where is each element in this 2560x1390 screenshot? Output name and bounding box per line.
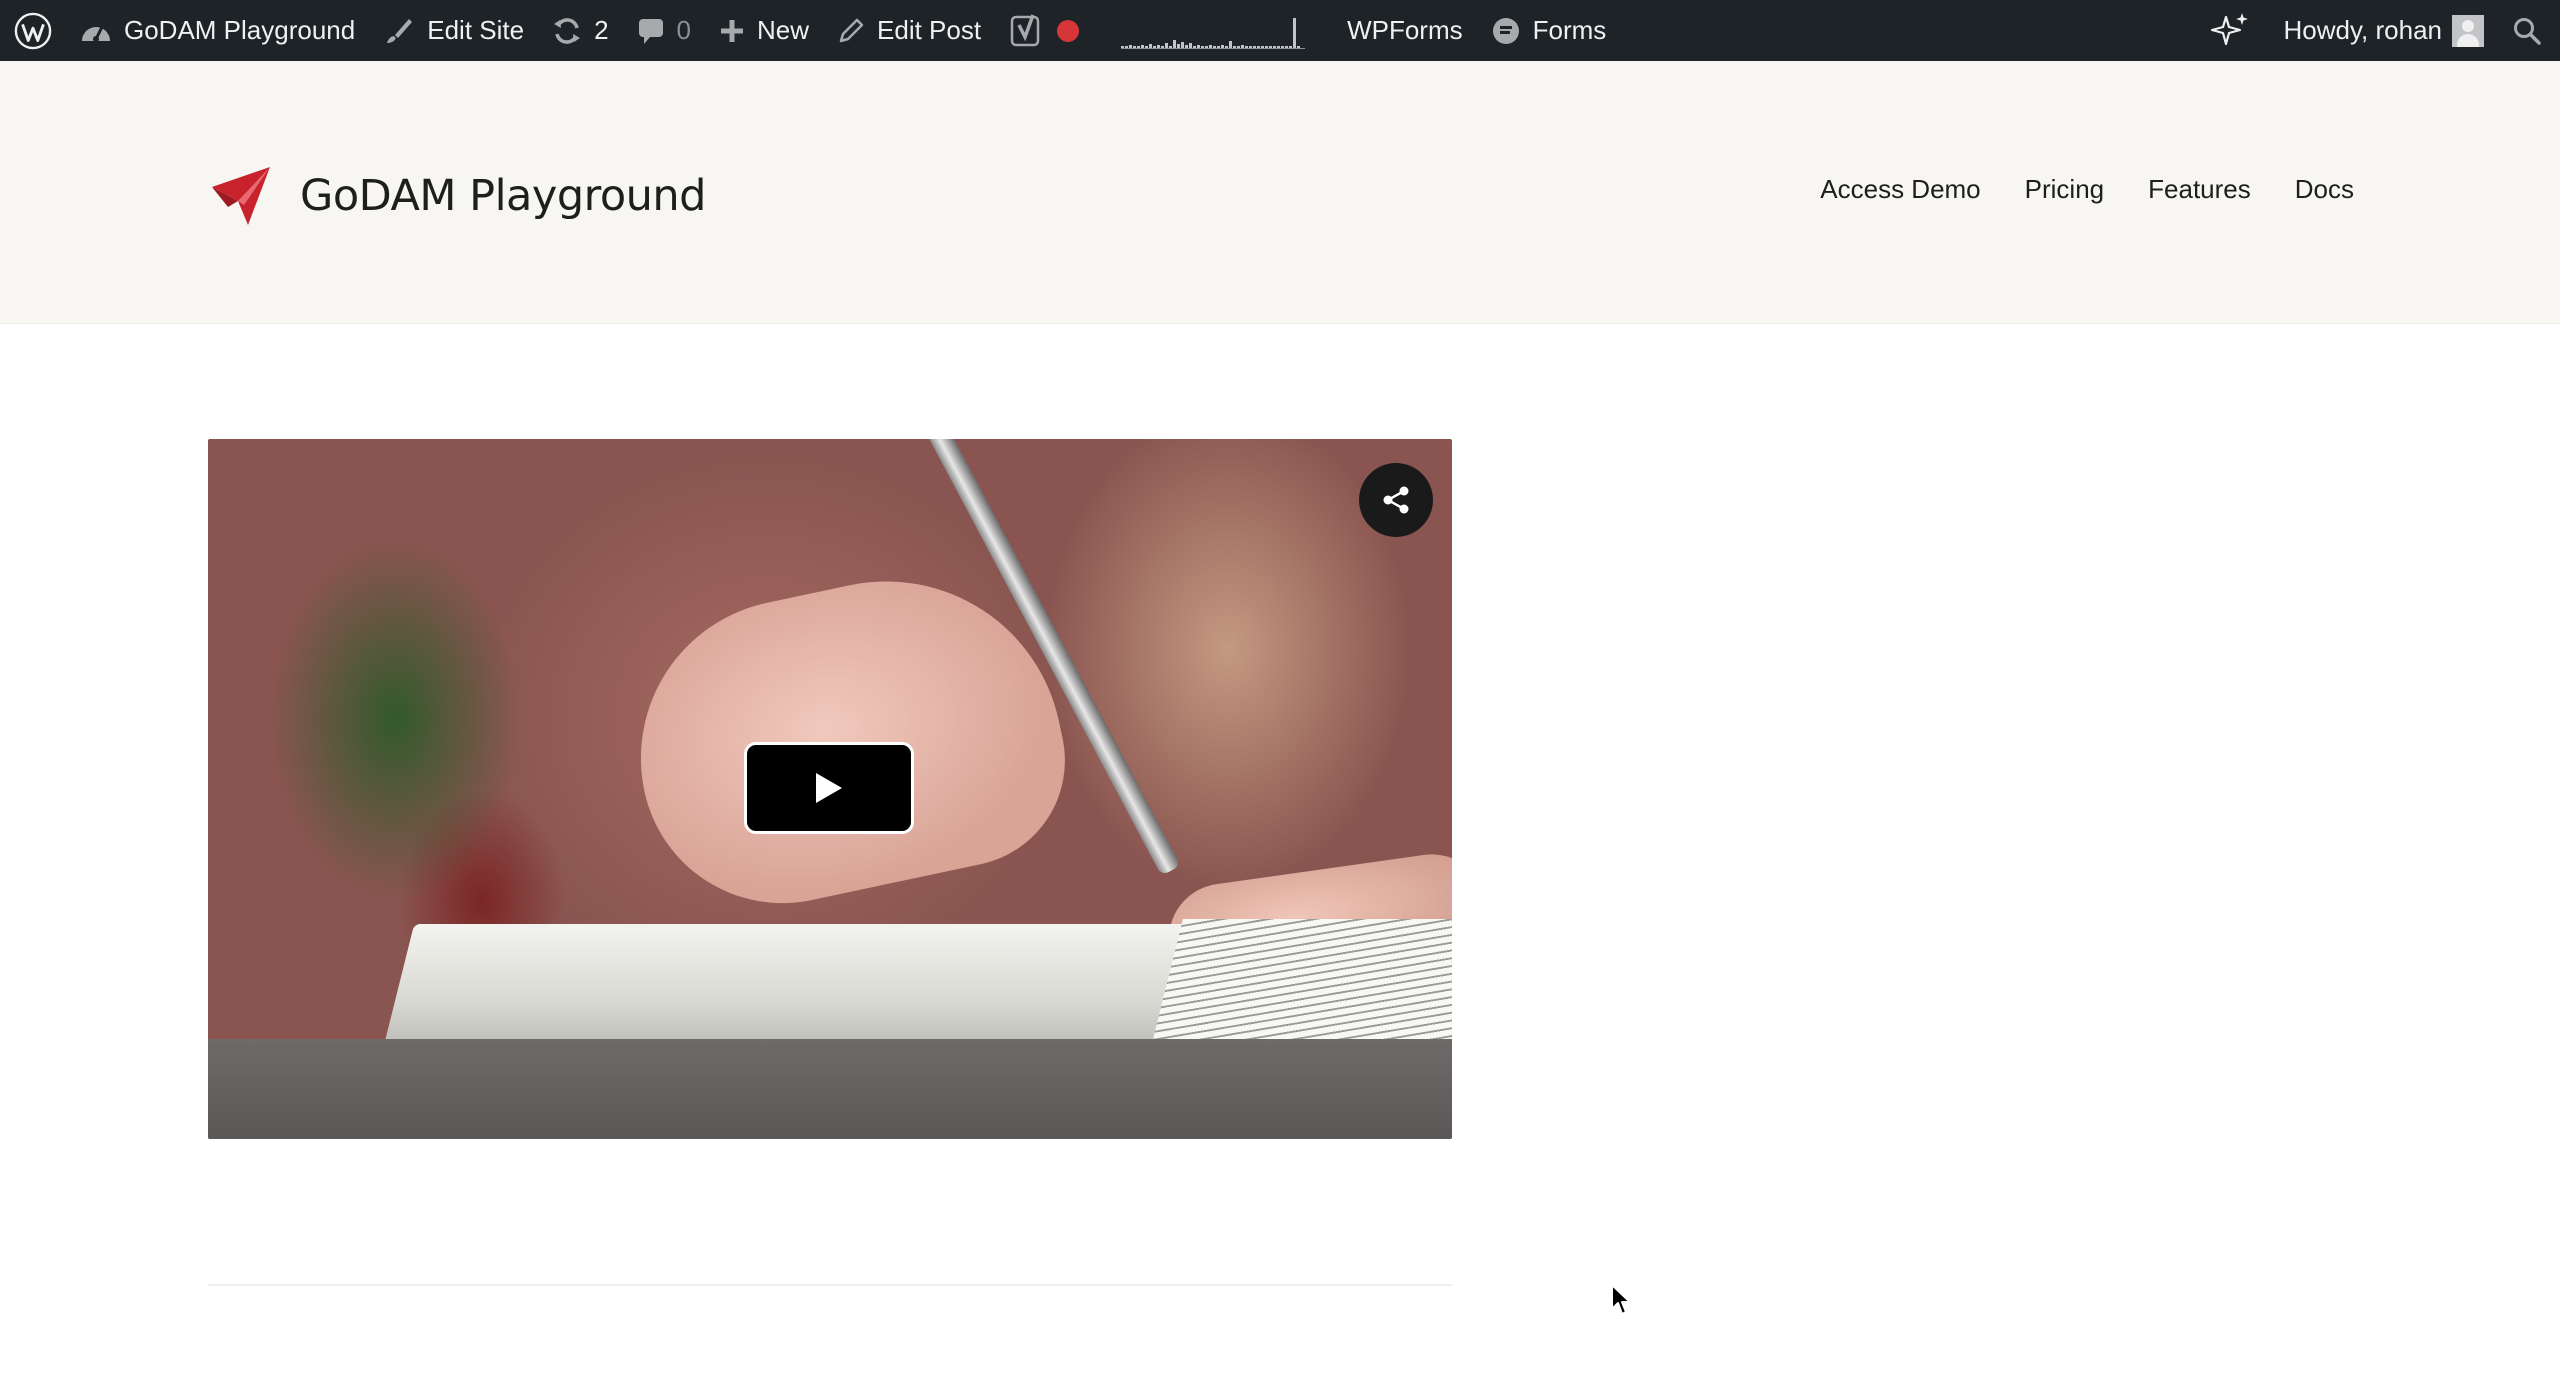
refresh-icon <box>552 16 582 46</box>
site-header: GoDAM Playground Access Demo Pricing Fea… <box>0 61 2560 324</box>
nav-features[interactable]: Features <box>2148 174 2251 205</box>
site-branding[interactable]: GoDAM Playground <box>208 165 706 227</box>
wpforms-label: WPForms <box>1347 15 1463 45</box>
edit-site-label: Edit Site <box>427 15 525 45</box>
sparkle-icon <box>2210 12 2248 45</box>
yoast-icon <box>1010 13 1040 46</box>
plus-icon <box>719 18 745 44</box>
ai-assistant-button[interactable] <box>2196 0 2270 61</box>
wordpress-menu[interactable] <box>0 0 66 61</box>
updates-link[interactable]: 2 <box>538 0 622 61</box>
sparkline-graph <box>1121 13 1306 49</box>
nav-docs[interactable]: Docs <box>2295 174 2354 205</box>
play-icon <box>816 773 842 803</box>
record-status-dot <box>1057 19 1080 42</box>
forms-label: Forms <box>1532 15 1607 45</box>
performance-graph[interactable] <box>1093 0 1333 61</box>
admin-bar: GoDAM Playground Edit Site 2 0 New Edit … <box>0 0 2560 61</box>
site-name-menu[interactable]: GoDAM Playground <box>66 0 369 61</box>
admin-search-button[interactable] <box>2498 0 2560 61</box>
video-poster-hand <box>611 548 1085 930</box>
pencil-icon <box>837 17 865 45</box>
avatar <box>2452 14 2484 47</box>
wordpress-icon <box>14 12 52 49</box>
new-content-menu[interactable]: New <box>705 0 823 61</box>
edit-post-link[interactable]: Edit Post <box>823 0 995 61</box>
dashboard-icon <box>80 17 112 45</box>
edit-post-label: Edit Post <box>877 15 982 45</box>
account-menu[interactable]: Howdy, rohan <box>2270 0 2499 61</box>
comments-count: 0 <box>676 15 691 45</box>
site-name-label: GoDAM Playground <box>124 15 356 45</box>
seo-menu[interactable] <box>995 0 1093 61</box>
wpforms-menu[interactable]: WPForms <box>1333 0 1477 61</box>
comment-icon <box>637 17 665 45</box>
share-icon <box>1383 486 1409 514</box>
site-title[interactable]: GoDAM Playground <box>300 171 706 221</box>
updates-count: 2 <box>594 15 609 45</box>
primary-navigation: Access Demo Pricing Features Docs <box>1820 174 2354 205</box>
forms-menu[interactable]: Forms <box>1477 0 1621 61</box>
video-poster-pages <box>1153 919 1452 1039</box>
forms-icon <box>1491 16 1521 46</box>
nav-pricing[interactable]: Pricing <box>2025 174 2104 205</box>
video-player[interactable] <box>208 439 1452 1139</box>
mouse-pointer-icon <box>1611 1284 1631 1315</box>
godam-logo <box>212 167 270 225</box>
play-button[interactable] <box>744 742 914 834</box>
comments-link[interactable]: 0 <box>623 0 705 61</box>
nav-access-demo[interactable]: Access Demo <box>1820 174 1980 205</box>
search-icon <box>2514 17 2541 45</box>
howdy-label: Howdy, rohan <box>2283 15 2443 45</box>
video-poster-table <box>208 1039 1452 1139</box>
content-divider <box>208 1284 1452 1286</box>
brush-icon <box>383 15 415 47</box>
share-button[interactable] <box>1359 463 1433 537</box>
edit-site-link[interactable]: Edit Site <box>369 0 538 61</box>
new-label: New <box>757 15 810 45</box>
